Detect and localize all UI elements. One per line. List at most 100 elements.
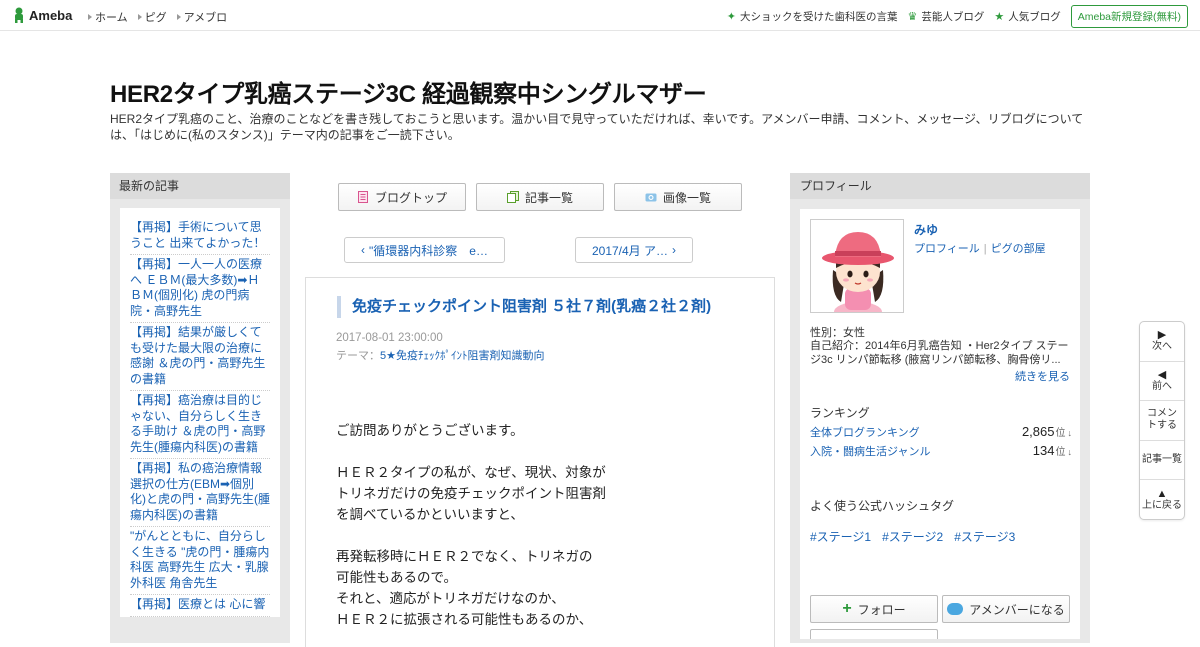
comment-label: コメントする (1147, 408, 1177, 432)
prev-label: 前へ (1152, 380, 1172, 392)
article-paragraph: 再発転移時にＨＥＲ２でなく、トリネガの 可能性もあるので。 それと、適応がトリネ… (336, 549, 593, 627)
article-list-label: 記事一覧 (524, 190, 573, 205)
article-list-button[interactable]: 記事一覧 (476, 183, 604, 211)
chevron-right-icon: › (672, 243, 677, 257)
blog-nav-buttons: ブログトップ 記事一覧 画像一覧 (338, 183, 742, 211)
article-list-side-label: 記事一覧 (1142, 454, 1182, 466)
ranking-unit: 位 (1055, 428, 1066, 439)
next-label: 次へ (1152, 341, 1172, 353)
top-bar: Ameba ホーム ピグ アメブロ ✦ 大ショックを受けた歯科医の言葉 ♛ 芸能人ブ… (0, 0, 1200, 31)
prev-article-label: "循環器内科診察 e… (369, 243, 488, 258)
hashtag-list: #ステージ1 #ステージ2 #ステージ3 (810, 528, 1015, 545)
article-list-side-button[interactable]: 記事一覧 (1140, 441, 1184, 481)
hashtag-link[interactable]: #ステージ2 (882, 528, 943, 545)
article-title[interactable]: 免疫チェックポイント阻害剤 ５社７剤(乳癌２社２剤) (337, 296, 711, 318)
link-popular-label: 人気ブログ (1008, 11, 1061, 23)
blog-description: HER2タイプ乳癌のこと、治療のことなどを書き残しておこうと思います。温かい目で… (110, 112, 1084, 142)
top-nav: ホーム ピグ アメブロ (88, 9, 227, 25)
next-article-label: 2017/4月 ア… (591, 243, 669, 258)
theme-prefix: テーマ： (336, 350, 380, 362)
article-date: 2017-08-01 23:00:00 (336, 332, 443, 344)
play-icon: ▶ (1157, 329, 1167, 342)
theme-link[interactable]: 5★免疫ﾁｪｯｸﾎﾟｲﾝﾄ阻害剤知識動向 (380, 350, 544, 362)
hashtag-link[interactable]: #ステージ3 (954, 528, 1015, 545)
back-to-top-button[interactable]: ▲ 上に戻る (1140, 480, 1184, 520)
nav-ameblo-label: アメブロ (183, 12, 228, 24)
recent-article-link[interactable]: 【再掲】医療とは 心に響 (130, 595, 270, 617)
ranking-name[interactable]: 全体ブログランキング (810, 424, 920, 440)
pig-room-link[interactable]: ピグの部屋 (991, 243, 1046, 255)
next-article-button[interactable]: 2017/4月 ア… › (575, 237, 693, 263)
more-button-edge[interactable] (810, 629, 938, 639)
ameba-logo[interactable]: Ameba (12, 7, 72, 23)
recent-article-link[interactable]: 【再掲】癌治療は目的じゃない、自分らしく生きる手助け ＆虎の門・高野先生(腫瘍内… (130, 391, 270, 459)
recent-article-link[interactable]: 【再掲】結果が厳しくても受けた最大限の治療に感謝 ＆虎の門・高野先生の書籍 (130, 323, 270, 391)
arrow-up-icon: ▲ (1156, 488, 1168, 501)
prev-article-button[interactable]: ‹ "循環器内科診察 e… (344, 237, 505, 263)
recent-article-link[interactable]: "がんとともに、自分らしく生きる "虎の門・腫瘍内科医 高野先生 広大・乳腺外科… (130, 527, 270, 595)
ranking-name[interactable]: 入院・闘病生活ジャンル (810, 443, 930, 459)
article-theme: テーマ：5★免疫ﾁｪｯｸﾎﾟｲﾝﾄ阻害剤知識動向 (336, 347, 544, 363)
ranking-row: 入院・闘病生活ジャンル 134位 ↓ (810, 443, 1072, 459)
profile-panel: みゆ プロフィール | ピグの部屋 性別：女性 自己紹介：2014年6月乳癌告知 ・… (800, 209, 1080, 639)
article-body: ご訪問ありがとうございます。 ＨＥＲ２タイプの私が、なぜ、現状、対象が トリネガ… (336, 420, 756, 630)
avatar[interactable] (810, 219, 904, 313)
reverse-icon: ◀ (1157, 368, 1167, 381)
amember-button[interactable]: アメンバーになる (942, 595, 1070, 623)
chevron-right-icon (88, 14, 92, 20)
nav-pig-label: ピグ (144, 12, 167, 24)
camera-icon (645, 193, 657, 202)
recent-articles-heading: 最新の記事 (110, 173, 290, 199)
link-dentist-words[interactable]: ✦ 大ショックを受けた歯科医の言葉 (727, 9, 898, 24)
ranking-value: 2,865 (1021, 424, 1055, 439)
follow-button[interactable]: + フォロー (810, 595, 938, 623)
profile-link[interactable]: プロフィール (914, 243, 980, 255)
profile-gender: 性別：女性 (810, 327, 865, 339)
article-paragraph: ＨＥＲ２タイプの私が、なぜ、現状、対象が トリネガだけの免疫チェックポイント阻害… (336, 465, 606, 522)
ranking-title: ランキング (810, 406, 870, 420)
back-to-top-label: 上に戻る (1142, 500, 1182, 512)
hashtag-link[interactable]: #ステージ1 (810, 528, 871, 545)
prev-button[interactable]: ◀ 前へ (1140, 362, 1184, 402)
register-button[interactable]: Ameba新規登録(無料) (1070, 5, 1188, 28)
link-celebrity-label: 芸能人ブログ (921, 11, 985, 23)
next-button[interactable]: ▶ 次へ (1140, 322, 1184, 362)
blog-top-label: ブログトップ (374, 190, 447, 205)
recent-articles-list: 【再掲】手術について思うこと 出来てよかった！ 【再掲】一人一人の医療へ ＥＢＭ… (120, 208, 280, 617)
link-separator: | (983, 243, 987, 255)
document-icon (357, 191, 368, 203)
hashtag-title: よく使う公式ハッシュタグ (810, 499, 955, 513)
arrow-down-icon: ↓ (1067, 447, 1073, 457)
link-popular-blog[interactable]: ★ 人気ブログ (994, 9, 1060, 24)
blog-title[interactable]: HER2タイプ乳癌ステージ3C 経過観察中シングルマザー (110, 74, 707, 109)
plus-icon: + (842, 600, 852, 617)
nav-ameblo[interactable]: アメブロ (176, 9, 228, 25)
recent-article-link[interactable]: 【再掲】私の癌治療情報選択の仕方(EBM➡個別化)と虎の門・高野先生(腫瘍内科医… (130, 459, 270, 527)
ranking-row: 全体ブログランキング 2,865位 ↓ (810, 424, 1072, 440)
profile-name[interactable]: みゆ (914, 221, 938, 238)
article: 免疫チェックポイント阻害剤 ５社７剤(乳癌２社２剤) 2017-08-01 23… (305, 277, 775, 647)
arrow-down-icon: ↓ (1067, 428, 1073, 438)
ranking-unit: 位 (1055, 447, 1066, 458)
image-list-label: 画像一覧 (662, 190, 711, 205)
nav-home[interactable]: ホーム (88, 9, 128, 25)
profile-heading: プロフィール (790, 173, 1090, 199)
list-icon (506, 191, 519, 203)
follow-label: フォロー (857, 602, 906, 617)
recent-article-link[interactable]: 【再掲】手術について思うこと 出来てよかった！ (130, 218, 270, 255)
comment-button[interactable]: コメントする (1140, 401, 1184, 441)
image-list-button[interactable]: 画像一覧 (614, 183, 742, 211)
blog-top-button[interactable]: ブログトップ (338, 183, 466, 211)
recent-articles-sidebar: 最新の記事 【再掲】手術について思うこと 出来てよかった！ 【再掲】一人一人の医… (110, 173, 290, 643)
logo-text: Ameba (29, 7, 73, 23)
recent-article-link[interactable]: 【再掲】一人一人の医療へ ＥＢＭ(最大多数)➡ＨＢＭ(個別化) 虎の門病院・高野… (130, 255, 270, 323)
article-paragraph: ご訪問ありがとうございます。 (336, 423, 524, 438)
link-celebrity-blog[interactable]: ♛ 芸能人ブログ (907, 9, 984, 24)
link-dentist-label: 大ショックを受けた歯科医の言葉 (739, 11, 898, 23)
chevron-right-icon (137, 14, 142, 20)
sparkle-icon: ✦ (726, 11, 736, 23)
nav-pig[interactable]: ピグ (137, 9, 167, 25)
ranking-value: 134 (1032, 443, 1055, 458)
read-more-link[interactable]: 続きを見る (1015, 368, 1070, 384)
crown-icon: ♛ (907, 11, 918, 23)
